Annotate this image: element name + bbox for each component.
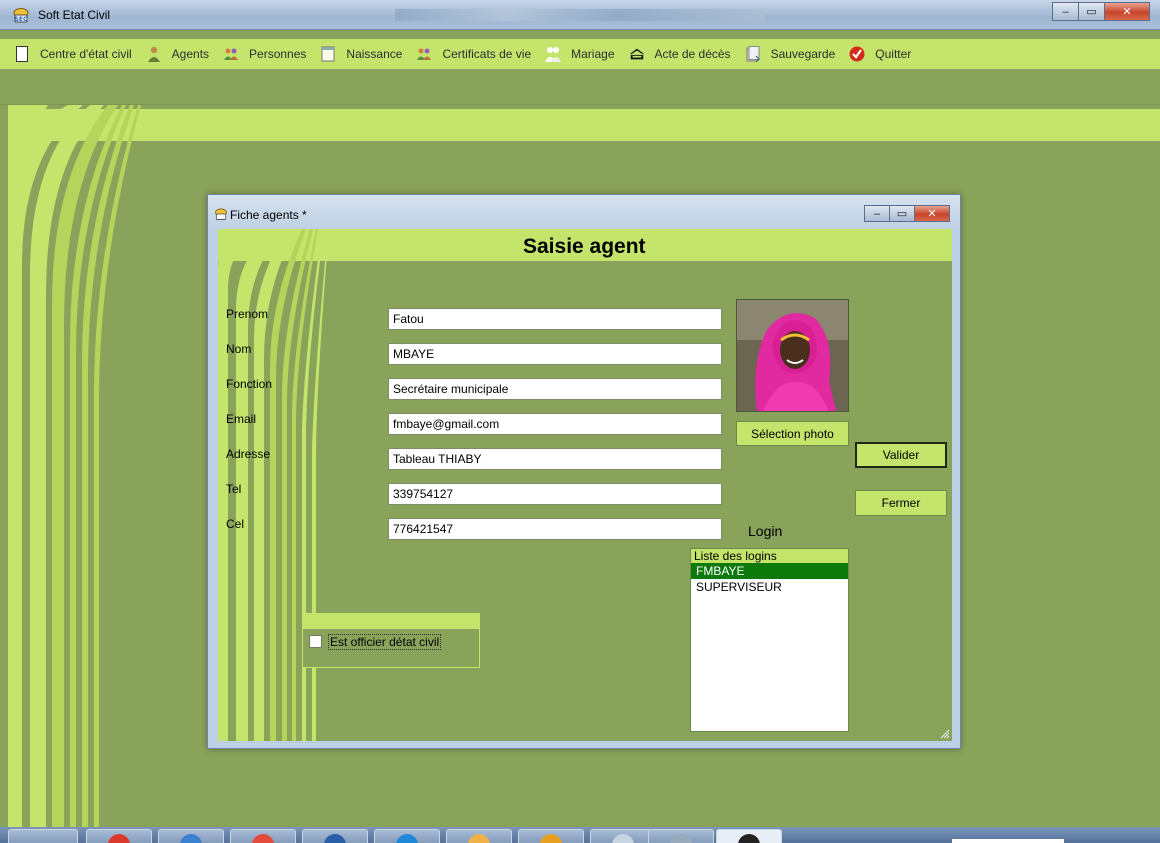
maximize-button[interactable]: ▭ — [1078, 2, 1105, 21]
login-label: Login — [748, 523, 783, 539]
taskbar-start-button[interactable] — [8, 829, 78, 843]
background-band — [8, 109, 1160, 141]
menu-sauvegarde[interactable]: Sauvegarde — [745, 46, 836, 62]
document-icon — [14, 46, 30, 62]
taskbar-app-button[interactable] — [716, 829, 782, 843]
notepad-icon — [320, 46, 336, 62]
child-minimize-button[interactable]: – — [864, 205, 890, 222]
menu-label: Naissance — [346, 47, 403, 61]
people-icon — [416, 46, 432, 62]
menu-centre-etat-civil[interactable]: Centre d'état civil — [14, 46, 132, 62]
cel-label: Cel — [226, 517, 245, 531]
taskbar-app-button[interactable] — [302, 829, 368, 843]
taskbar-app-button[interactable] — [518, 829, 584, 843]
taskbar-app-button[interactable] — [374, 829, 440, 843]
menu-acte-de-deces[interactable]: Acte de décès — [629, 46, 731, 62]
select-photo-button[interactable]: Sélection photo — [736, 421, 849, 446]
list-item[interactable]: SUPERVISEUR — [691, 579, 848, 595]
email-field[interactable]: fmbaye@gmail.com — [388, 413, 722, 435]
logins-list-header: Liste des logins — [691, 549, 848, 563]
blurred-background-title — [395, 9, 765, 21]
menu-label: Personnes — [249, 47, 307, 61]
form-title: Saisie agent — [523, 235, 646, 258]
taskbar-app-button[interactable] — [158, 829, 224, 843]
agent-form-window: Fiche agents * – ▭ ✕ Saisie agent Prenom… — [207, 194, 961, 749]
window-title: Soft Etat Civil — [38, 8, 111, 22]
menu-mariage[interactable]: Mariage — [545, 46, 615, 62]
menu-naissance[interactable]: Naissance — [320, 46, 402, 62]
logins-list[interactable]: Liste des logins FMBAYE SUPERVISEUR — [690, 548, 849, 732]
agent-form: Saisie agent Prenom Nom Fonction Email A… — [218, 229, 952, 741]
child-close-button[interactable]: ✕ — [914, 205, 950, 222]
app-logo-icon: SEC — [13, 8, 29, 23]
child-maximize-button[interactable]: ▭ — [889, 205, 915, 222]
officer-group: Est officier détat civil — [302, 613, 480, 668]
nom-field[interactable]: MBAYE — [388, 343, 722, 365]
menu-agents[interactable]: Agents — [146, 46, 209, 62]
officer-group-header — [303, 614, 479, 629]
close-button[interactable]: ✕ — [1104, 2, 1150, 21]
menu-quitter[interactable]: Quitter — [849, 46, 911, 62]
couple-icon — [545, 46, 562, 62]
menu-personnes[interactable]: Personnes — [223, 46, 306, 62]
svg-text:SEC: SEC — [15, 16, 28, 23]
adresse-field[interactable]: Tableau THIABY — [388, 448, 722, 470]
menu-label: Sauvegarde — [770, 47, 836, 61]
child-window-title: Fiche agents * — [230, 208, 307, 222]
minimize-button[interactable]: – — [1052, 2, 1079, 21]
officer-checkbox[interactable] — [309, 635, 322, 648]
portrait-image — [737, 300, 848, 411]
menu-label: Mariage — [571, 47, 615, 61]
coffin-icon — [629, 46, 645, 62]
background-arc-decoration — [8, 105, 141, 827]
taskbar-app-button[interactable] — [648, 829, 714, 843]
fonction-field[interactable]: Secrétaire municipale — [388, 378, 722, 400]
save-icon — [745, 46, 761, 62]
menu-label: Acte de décès — [654, 47, 731, 61]
people-icon — [223, 46, 239, 62]
tel-field[interactable]: 339754127 — [388, 483, 722, 505]
menu-label: Quitter — [875, 47, 912, 61]
adresse-label: Adresse — [226, 447, 271, 461]
check-red-icon — [849, 46, 865, 62]
taskbar — [0, 827, 1160, 843]
menu-label: Agents — [171, 47, 210, 61]
taskbar-notification-area — [952, 839, 1064, 843]
menu-label: Certificats de vie — [442, 47, 532, 61]
resize-grip-icon[interactable] — [938, 727, 950, 739]
nom-label: Nom — [226, 342, 252, 356]
agent-photo — [736, 299, 849, 412]
officer-checkbox-label[interactable]: Est officier détat civil — [328, 634, 442, 650]
prenom-label: Prenom — [226, 307, 269, 321]
prenom-field[interactable]: Fatou — [388, 308, 722, 330]
email-label: Email — [226, 412, 257, 426]
toolbar-strip — [0, 69, 1160, 105]
main-title-bar: SEC Soft Etat Civil – ▭ ✕ — [0, 0, 1160, 30]
fermer-button[interactable]: Fermer — [855, 490, 947, 516]
menu-bar: Centre d'état civil Agents Personnes Nai… — [0, 39, 1160, 69]
list-item[interactable]: FMBAYE — [691, 563, 848, 579]
valider-button[interactable]: Valider — [855, 442, 947, 468]
tel-label: Tel — [226, 482, 242, 496]
menu-certificats-de-vie[interactable]: Certificats de vie — [416, 46, 531, 62]
menu-label: Centre d'état civil — [40, 47, 132, 61]
fonction-label: Fonction — [226, 377, 273, 391]
cel-field[interactable]: 776421547 — [388, 518, 722, 540]
app-logo-icon — [215, 208, 227, 220]
taskbar-app-button[interactable] — [86, 829, 152, 843]
child-title-bar: Fiche agents * – ▭ ✕ — [208, 195, 960, 229]
taskbar-app-button[interactable] — [230, 829, 296, 843]
person-icon — [146, 46, 162, 62]
taskbar-app-button[interactable] — [446, 829, 512, 843]
taskbar-app-button[interactable] — [590, 829, 656, 843]
